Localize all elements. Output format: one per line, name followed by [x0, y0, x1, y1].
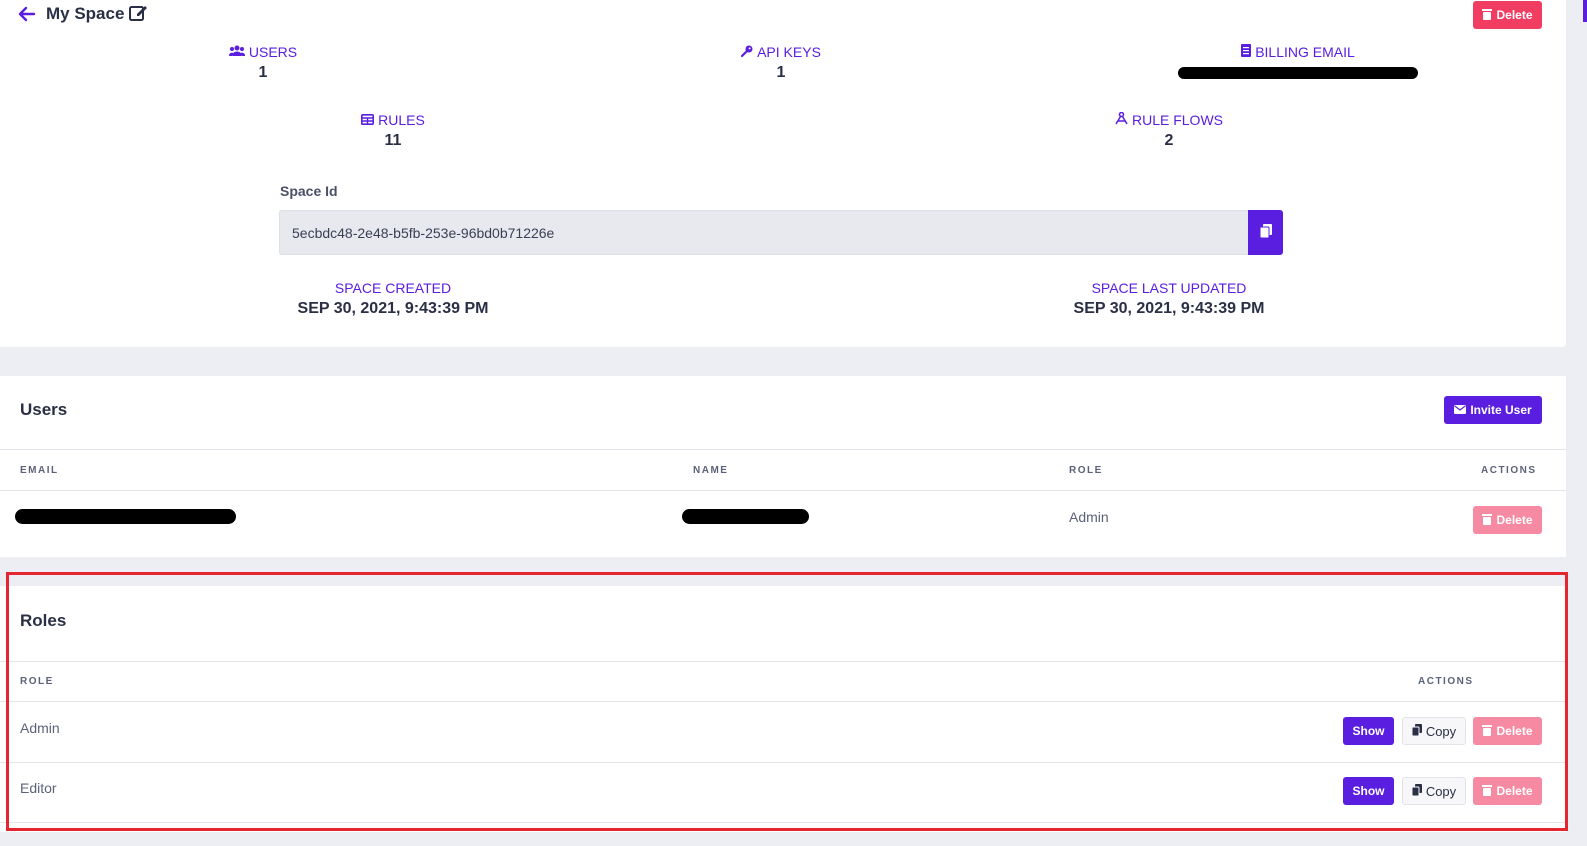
stat-users-value: 1 — [258, 64, 268, 81]
copy-space-id-button[interactable] — [1248, 210, 1283, 255]
stat-users: USERS 1 — [113, 44, 413, 82]
table-icon — [361, 112, 375, 128]
back-arrow-icon[interactable] — [18, 5, 36, 23]
trash-icon — [1482, 724, 1493, 739]
receipt-icon — [1241, 44, 1252, 60]
col-role: ROLE — [20, 676, 54, 687]
role-name: Editor — [20, 780, 57, 796]
scroll-edge-marker — [1583, 0, 1587, 22]
copy-role-button[interactable]: Copy — [1402, 777, 1466, 805]
stat-rule-flows: RULE FLOWS 2 — [1019, 111, 1319, 150]
role-name: Admin — [20, 720, 60, 736]
redacted-user-name — [682, 509, 809, 524]
stat-rule-flows-value: 2 — [1164, 132, 1174, 149]
page-title: My Space — [46, 4, 125, 23]
redacted-billing-email — [1178, 67, 1418, 79]
delete-user-button[interactable]: Delete — [1473, 506, 1542, 534]
space-last-updated-value: SEP 30, 2021, 9:43:39 PM — [1073, 300, 1265, 317]
key-icon — [740, 44, 753, 60]
show-role-button[interactable]: Show — [1343, 717, 1394, 745]
stat-rule-flows-label: RULE FLOWS — [1131, 112, 1223, 128]
space-id-field[interactable]: 5ecbdc48-2e48-b5fb-253e-96bd0b71226e — [279, 210, 1249, 255]
col-email: EMAIL — [20, 465, 59, 476]
users-header-divider — [0, 449, 1566, 450]
delete-space-button[interactable]: Delete — [1473, 1, 1542, 29]
edit-icon[interactable] — [128, 3, 148, 23]
stat-rules: RULES 11 — [243, 112, 543, 150]
roles-header-divider — [0, 661, 1566, 662]
col-actions: ACTIONS — [1418, 676, 1474, 687]
col-actions: ACTIONS — [1481, 465, 1537, 476]
col-name: NAME — [693, 465, 729, 476]
space-last-updated: SPACE LAST UPDATED SEP 30, 2021, 9:43:39… — [1019, 280, 1319, 318]
invite-user-button[interactable]: Invite User — [1444, 396, 1542, 424]
row-divider — [0, 822, 1566, 823]
roles-section-title: Roles — [20, 611, 67, 630]
stat-rules-value: 11 — [384, 132, 402, 149]
stat-users-label: USERS — [248, 44, 298, 60]
space-overview-card: My Space Delete USERS 1 API KEYS 1 BILLI… — [0, 0, 1566, 347]
users-icon — [228, 44, 245, 60]
stat-billing-email-label: BILLING EMAIL — [1255, 44, 1355, 60]
roles-columns-divider — [0, 701, 1566, 702]
copy-icon — [1411, 723, 1422, 739]
stat-rules-label: RULES — [378, 112, 425, 128]
trash-icon — [1482, 8, 1493, 23]
users-section-title: Users — [20, 400, 68, 419]
space-created-value: SEP 30, 2021, 9:43:39 PM — [297, 300, 489, 317]
delete-role-button[interactable]: Delete — [1473, 777, 1542, 805]
space-created: SPACE CREATED SEP 30, 2021, 9:43:39 PM — [243, 280, 543, 318]
space-id-label: Space Id — [280, 183, 338, 199]
delete-role-button[interactable]: Delete — [1473, 717, 1542, 745]
space-created-label: SPACE CREATED — [334, 280, 452, 296]
copy-role-button[interactable]: Copy — [1402, 717, 1466, 745]
space-id-value: 5ecbdc48-2e48-b5fb-253e-96bd0b71226e — [292, 225, 555, 241]
trash-icon — [1482, 513, 1493, 528]
stat-api-keys: API KEYS 1 — [631, 44, 931, 82]
show-role-button[interactable]: Show — [1343, 777, 1394, 805]
envelope-icon — [1454, 403, 1467, 417]
col-role: ROLE — [1069, 465, 1103, 476]
stat-billing-email: BILLING EMAIL — [1148, 44, 1448, 60]
flow-icon — [1115, 111, 1128, 128]
trash-icon — [1482, 784, 1493, 799]
row-divider — [0, 762, 1566, 763]
roles-card: Roles ROLE ACTIONS Admin Show Copy Delet… — [0, 586, 1566, 832]
copy-icon — [1411, 783, 1422, 799]
space-last-updated-label: SPACE LAST UPDATED — [1091, 280, 1247, 296]
redacted-user-email — [15, 509, 236, 524]
users-card: Users Invite User EMAIL NAME ROLE ACTION… — [0, 376, 1566, 557]
copy-icon — [1259, 224, 1272, 241]
stat-api-keys-label: API KEYS — [757, 44, 821, 60]
user-role: Admin — [1069, 509, 1109, 525]
stat-api-keys-value: 1 — [776, 64, 786, 81]
users-columns-divider — [0, 490, 1566, 491]
